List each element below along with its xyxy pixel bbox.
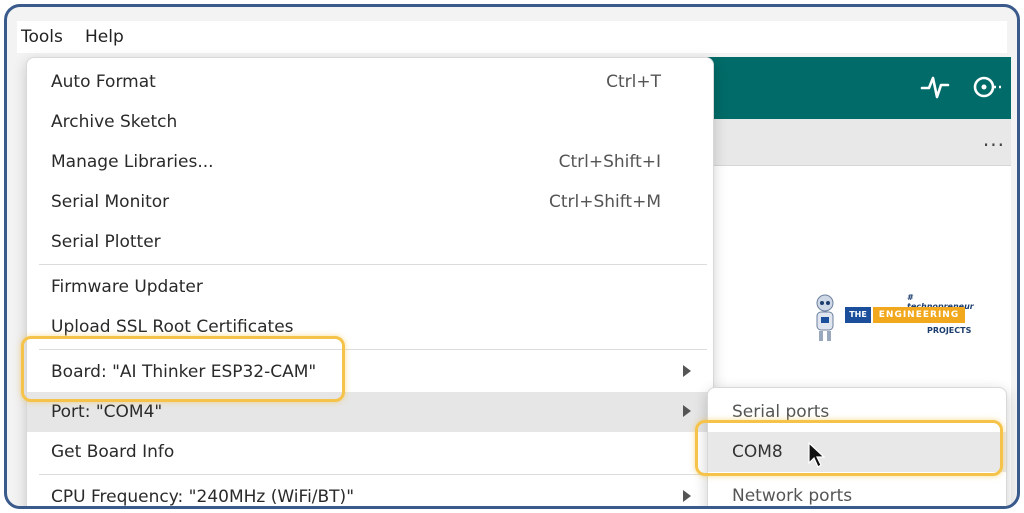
submenu-header-label: Serial ports: [732, 402, 830, 422]
menu-item-shortcut: Ctrl+Shift+I: [558, 152, 661, 172]
ide-header-toolbar: [707, 57, 1011, 119]
menu-item-label: Firmware Updater: [51, 277, 203, 297]
more-options-icon[interactable]: ...: [983, 127, 1005, 151]
engineering-projects-logo: # technopreneur THE ENGINEERING PROJECTS: [809, 293, 979, 345]
serial-monitor-icon[interactable]: [969, 71, 1001, 103]
menu-separator: [39, 474, 707, 475]
menu-item-label: CPU Frequency: "240MHz (WiFi/BT)": [51, 487, 355, 507]
menu-item-serial-plotter[interactable]: Serial Plotter: [27, 222, 713, 262]
menu-item-label: Auto Format: [51, 72, 156, 92]
menu-item-label: Manage Libraries...: [51, 152, 214, 172]
ide-tabs-bar: ...: [707, 119, 1011, 166]
mouse-cursor-icon: [808, 441, 826, 468]
menu-help[interactable]: Help: [85, 27, 124, 47]
submenu-header-network-ports: Network ports: [708, 476, 1006, 506]
highlight-box-board: [21, 336, 345, 402]
logo-the: THE: [845, 307, 871, 323]
menu-item-label: Upload SSL Root Certificates: [51, 317, 294, 337]
menu-item-manage-libraries[interactable]: Manage Libraries... Ctrl+Shift+I: [27, 142, 713, 182]
menu-bar: Tools Help: [17, 21, 1007, 53]
tools-menu: Auto Format Ctrl+T Archive Sketch Manage…: [26, 57, 714, 507]
menu-item-firmware-updater[interactable]: Firmware Updater: [27, 267, 713, 307]
menu-tools[interactable]: Tools: [21, 27, 63, 47]
menu-item-label: Serial Plotter: [51, 232, 161, 252]
menu-item-serial-monitor[interactable]: Serial Monitor Ctrl+Shift+M: [27, 182, 713, 222]
submenu-arrow-icon: [683, 405, 691, 417]
menu-item-auto-format[interactable]: Auto Format Ctrl+T: [27, 62, 713, 102]
menu-item-label: Serial Monitor: [51, 192, 170, 212]
submenu-arrow-icon: [683, 365, 691, 377]
menu-item-get-board-info[interactable]: Get Board Info: [27, 432, 713, 472]
logo-projects: PROJECTS: [927, 326, 972, 335]
screenshot-frame: Tools Help ... # technopreneur THE ENGIN…: [4, 4, 1020, 509]
menu-separator: [39, 264, 707, 265]
serial-plotter-icon[interactable]: [919, 71, 951, 103]
menu-item-shortcut: Ctrl+T: [606, 72, 661, 92]
menu-item-label: Archive Sketch: [51, 112, 178, 132]
logo-engineering: ENGINEERING: [873, 307, 965, 323]
submenu-header-label: Network ports: [732, 486, 853, 506]
submenu-arrow-icon: [683, 490, 691, 502]
robot-mascot-icon: [816, 294, 834, 341]
menu-item-label: Get Board Info: [51, 442, 175, 462]
highlight-box-com8: [695, 420, 1003, 476]
menu-item-shortcut: Ctrl+Shift+M: [548, 192, 661, 212]
menu-item-cpu-frequency[interactable]: CPU Frequency: "240MHz (WiFi/BT)": [27, 477, 713, 507]
menu-item-archive-sketch[interactable]: Archive Sketch: [27, 102, 713, 142]
menu-item-label: Port: "COM4": [51, 402, 163, 422]
